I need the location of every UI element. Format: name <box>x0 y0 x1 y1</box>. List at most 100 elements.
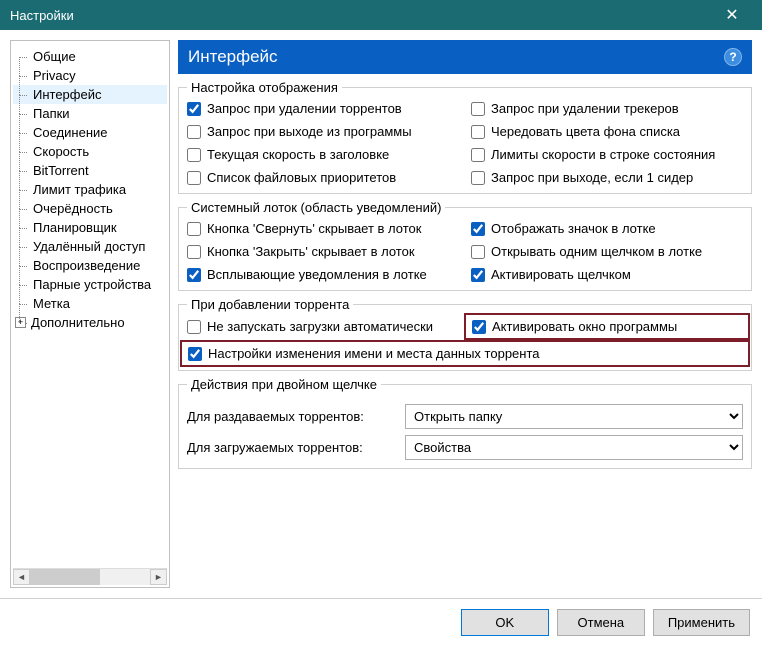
checkbox[interactable] <box>471 102 485 116</box>
close-icon[interactable]: ✕ <box>712 5 752 25</box>
group-dclick-legend: Действия при двойном щелчке <box>187 377 381 392</box>
tree-item-paired-devices[interactable]: Парные устройства <box>13 275 167 294</box>
checkbox[interactable] <box>471 148 485 162</box>
check-label: Настройки изменения имени и места данных… <box>208 346 540 361</box>
group-display-legend: Настройка отображения <box>187 80 342 95</box>
seeding-select[interactable]: Открыть папку <box>405 404 743 429</box>
tree-item-traffic-limit[interactable]: Лимит трафика <box>13 180 167 199</box>
checkbox[interactable] <box>471 222 485 236</box>
tree-item-speed[interactable]: Скорость <box>13 142 167 161</box>
tree-item-bittorrent[interactable]: BitTorrent <box>13 161 167 180</box>
check-activate-window[interactable]: Активировать окно программы <box>472 319 742 334</box>
check-item[interactable]: Запрос при удалении торрентов <box>187 101 467 116</box>
check-item[interactable]: Активировать щелчком <box>471 267 743 282</box>
group-dclick: Действия при двойном щелчке Для раздавае… <box>178 377 752 469</box>
downloading-select[interactable]: Свойства <box>405 435 743 460</box>
group-tray: Системный лоток (область уведомлений) Кн… <box>178 200 752 291</box>
expand-icon[interactable]: + <box>15 317 26 328</box>
checkbox[interactable] <box>187 222 201 236</box>
tree-item-folders[interactable]: Папки <box>13 104 167 123</box>
checkbox[interactable] <box>471 125 485 139</box>
page-header: Интерфейс ? <box>178 40 752 74</box>
scroll-right-icon[interactable]: ► <box>150 569 167 585</box>
check-item[interactable]: Запрос при выходе, если 1 сидер <box>471 170 743 185</box>
check-no-autostart[interactable]: Не запускать загрузки автоматически <box>187 319 467 334</box>
check-item[interactable]: Текущая скорость в заголовке <box>187 147 467 162</box>
titlebar: Настройки ✕ <box>0 0 762 30</box>
check-label: Не запускать загрузки автоматически <box>207 319 433 334</box>
tree-item-interface[interactable]: Интерфейс <box>13 85 167 104</box>
tree-hscrollbar[interactable]: ◄ ► <box>13 568 167 585</box>
window-title: Настройки <box>10 8 74 23</box>
cancel-button[interactable]: Отмена <box>557 609 645 636</box>
scroll-left-icon[interactable]: ◄ <box>13 569 30 585</box>
group-display: Настройка отображения Запрос при удалени… <box>178 80 752 194</box>
group-adding: При добавлении торрента Не запускать заг… <box>178 297 752 371</box>
tree-item-scheduler[interactable]: Планировщик <box>13 218 167 237</box>
group-tray-legend: Системный лоток (область уведомлений) <box>187 200 445 215</box>
check-label: Запрос при удалении торрентов <box>207 101 402 116</box>
scroll-track[interactable] <box>30 569 150 585</box>
tree-item-privacy[interactable]: Privacy <box>13 66 167 85</box>
checkbox[interactable] <box>187 125 201 139</box>
checkbox[interactable] <box>188 347 202 361</box>
category-tree: Общие Privacy Интерфейс Папки Соединение… <box>13 47 167 568</box>
check-label: Кнопка 'Закрыть' скрывает в лоток <box>207 244 415 259</box>
tree-item-general[interactable]: Общие <box>13 47 167 66</box>
seeding-label: Для раздаваемых торрентов: <box>187 409 397 424</box>
checkbox[interactable] <box>471 171 485 185</box>
check-item[interactable]: Всплывающие уведомления в лотке <box>187 267 467 282</box>
check-item[interactable]: Отображать значок в лотке <box>471 221 743 236</box>
scroll-thumb[interactable] <box>30 569 100 585</box>
button-bar: OK Отмена Применить <box>0 598 762 646</box>
check-rename-location[interactable]: Настройки изменения имени и места данных… <box>188 346 742 361</box>
category-tree-panel: Общие Privacy Интерфейс Папки Соединение… <box>10 40 170 588</box>
check-label: Запрос при выходе, если 1 сидер <box>491 170 693 185</box>
check-item[interactable]: Запрос при удалении трекеров <box>471 101 743 116</box>
check-label: Всплывающие уведомления в лотке <box>207 267 427 282</box>
check-label: Запрос при удалении трекеров <box>491 101 679 116</box>
tree-item-queue[interactable]: Очерёдность <box>13 199 167 218</box>
ok-button[interactable]: OK <box>461 609 549 636</box>
check-label: Лимиты скорости в строке состояния <box>491 147 715 162</box>
check-label: Текущая скорость в заголовке <box>207 147 389 162</box>
content-panel: Интерфейс ? Настройка отображения Запрос… <box>178 40 752 588</box>
check-item[interactable]: Запрос при выходе из программы <box>187 124 467 139</box>
check-label: Открывать одним щелчком в лотке <box>491 244 702 259</box>
tree-item-playback[interactable]: Воспроизведение <box>13 256 167 275</box>
tree-item-remote[interactable]: Удалённый доступ <box>13 237 167 256</box>
page-title: Интерфейс <box>188 47 278 67</box>
group-adding-legend: При добавлении торрента <box>187 297 353 312</box>
check-label: Запрос при выходе из программы <box>207 124 412 139</box>
checkbox[interactable] <box>187 320 201 334</box>
check-label: Активировать щелчком <box>491 267 631 282</box>
check-label: Отображать значок в лотке <box>491 221 656 236</box>
apply-button[interactable]: Применить <box>653 609 750 636</box>
check-item[interactable]: Кнопка 'Закрыть' скрывает в лоток <box>187 244 467 259</box>
check-label: Активировать окно программы <box>492 319 677 334</box>
highlight-rename-location: Настройки изменения имени и места данных… <box>180 340 750 367</box>
highlight-activate-window: Активировать окно программы <box>464 313 750 340</box>
tree-item-label[interactable]: Метка <box>13 294 167 313</box>
downloading-label: Для загружаемых торрентов: <box>187 440 397 455</box>
tree-item-label: Дополнительно <box>31 315 125 330</box>
checkbox[interactable] <box>187 171 201 185</box>
checkbox[interactable] <box>187 245 201 259</box>
checkbox[interactable] <box>471 245 485 259</box>
check-label: Список файловых приоритетов <box>207 170 396 185</box>
check-item[interactable]: Кнопка 'Свернуть' скрывает в лоток <box>187 221 467 236</box>
check-item[interactable]: Список файловых приоритетов <box>187 170 467 185</box>
tree-item-connection[interactable]: Соединение <box>13 123 167 142</box>
checkbox[interactable] <box>187 102 201 116</box>
checkbox[interactable] <box>187 148 201 162</box>
checkbox[interactable] <box>187 268 201 282</box>
check-label: Чередовать цвета фона списка <box>491 124 680 139</box>
help-icon[interactable]: ? <box>724 48 742 66</box>
check-label: Кнопка 'Свернуть' скрывает в лоток <box>207 221 421 236</box>
checkbox[interactable] <box>471 268 485 282</box>
check-item[interactable]: Открывать одним щелчком в лотке <box>471 244 743 259</box>
check-item[interactable]: Чередовать цвета фона списка <box>471 124 743 139</box>
tree-item-advanced[interactable]: + Дополнительно <box>13 313 167 332</box>
checkbox[interactable] <box>472 320 486 334</box>
check-item[interactable]: Лимиты скорости в строке состояния <box>471 147 743 162</box>
